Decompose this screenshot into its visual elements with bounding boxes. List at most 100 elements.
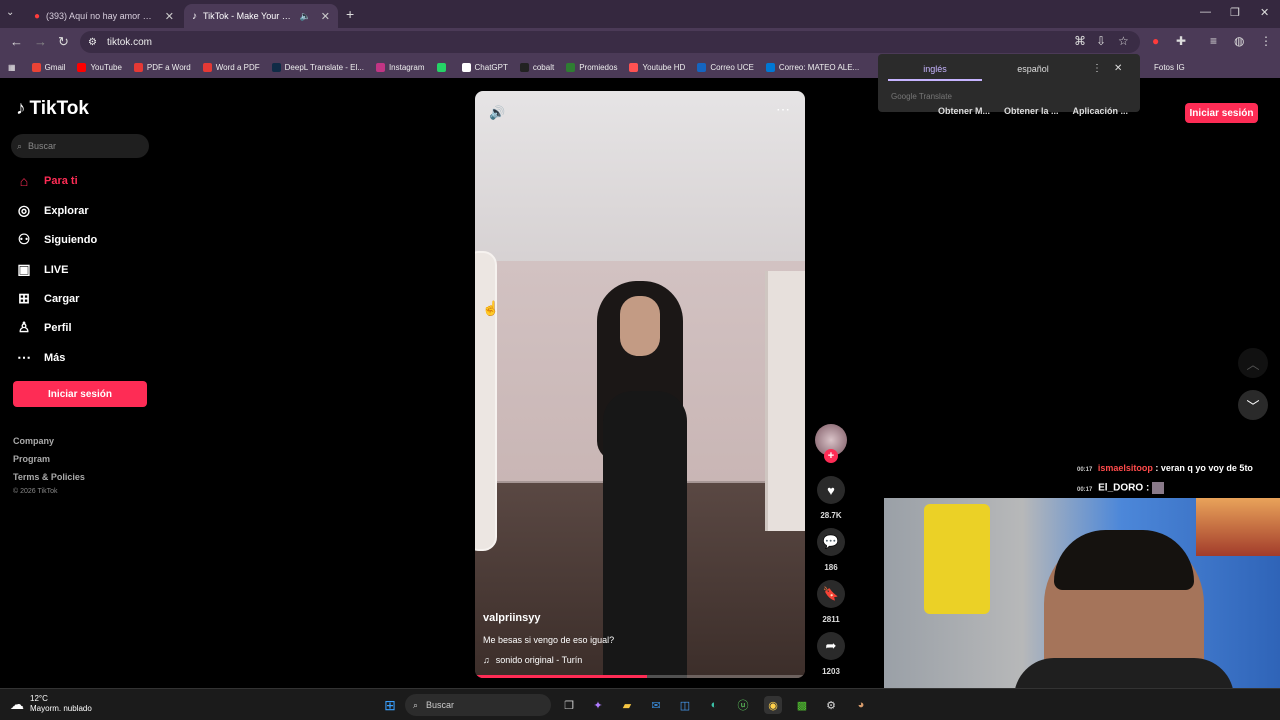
- avatar-app-icon[interactable]: ◕: [852, 696, 870, 714]
- app-icon[interactable]: ⓤ: [734, 696, 752, 714]
- login-button-top[interactable]: Iniciar sesión: [1185, 103, 1258, 123]
- tiktok-icon: ♪: [16, 98, 26, 119]
- close-tab-icon[interactable]: ✕: [321, 10, 330, 23]
- chat-time: 00:17: [1077, 467, 1093, 473]
- media-icon[interactable]: ≡: [1210, 34, 1217, 48]
- nav-mas[interactable]: ⋯ Más: [16, 349, 65, 366]
- translate-icon[interactable]: ⌘: [1074, 34, 1086, 48]
- save-count: 2811: [822, 615, 840, 624]
- bookmark-item[interactable]: Gmail: [31, 62, 65, 72]
- nav-para-ti[interactable]: ⌂ Para ti: [16, 173, 78, 189]
- tab-title: (393) Aquí no hay amor 💔 - Y: [46, 10, 159, 21]
- get-coins-link[interactable]: Obtener M...: [938, 106, 990, 116]
- file-explorer-icon[interactable]: ▰: [618, 696, 636, 714]
- nav-live[interactable]: ▣ LIVE: [16, 261, 68, 278]
- start-button[interactable]: ⊞: [381, 696, 399, 714]
- bookmark-icon: [375, 62, 385, 72]
- bookmark-item[interactable]: [436, 62, 450, 72]
- install-icon[interactable]: ⇩: [1096, 34, 1106, 48]
- close-tab-icon[interactable]: ✕: [165, 10, 174, 23]
- bookmark-item[interactable]: Correo UCE: [697, 62, 754, 72]
- follow-button[interactable]: +: [824, 449, 838, 463]
- profile-avatar-icon[interactable]: ◍: [1234, 34, 1244, 48]
- new-tab-button[interactable]: +: [346, 6, 354, 22]
- nav-explorar[interactable]: ◎ Explorar: [16, 202, 89, 219]
- weather-widget[interactable]: ☁ 12°C Mayorm. nublado: [10, 694, 92, 714]
- login-button[interactable]: Iniciar sesión: [13, 381, 147, 407]
- lang-english-tab[interactable]: inglés: [888, 64, 982, 81]
- chat-time: 00:17: [1077, 486, 1093, 493]
- more-options-icon[interactable]: ⋯: [776, 101, 791, 118]
- edge-icon[interactable]: ◐: [705, 696, 723, 714]
- search-input[interactable]: ⌕ Buscar: [11, 134, 149, 158]
- video-music[interactable]: ♫ sonido original - Turín: [483, 655, 582, 665]
- steam-icon[interactable]: ⚙: [822, 696, 840, 714]
- outlook-icon[interactable]: ✉: [647, 696, 665, 714]
- get-app-link[interactable]: Obtener la ...: [1004, 106, 1059, 116]
- close-icon[interactable]: ✕: [1114, 63, 1122, 74]
- minecraft-icon[interactable]: ▩: [793, 696, 811, 714]
- bookmark-item[interactable]: Promiedos: [566, 62, 618, 72]
- tiktok-logo[interactable]: ♪ TikTok: [16, 98, 89, 120]
- star-icon[interactable]: ☆: [1118, 34, 1129, 48]
- bookmark-icon: [519, 62, 529, 72]
- chat-message: 00:17 ismaelsitoop : veran q yo voy de 5…: [1077, 463, 1253, 473]
- url-input[interactable]: ⚙ tiktok.com: [80, 31, 1140, 53]
- bookmark-item[interactable]: DeepL Translate - El...: [271, 62, 364, 72]
- volume-icon[interactable]: 🔊: [489, 105, 505, 121]
- nav-label: LIVE: [44, 263, 69, 276]
- bookmark-item[interactable]: Correo: MATEO ALE...: [765, 62, 859, 72]
- store-icon[interactable]: ◫: [676, 696, 694, 714]
- bookmark-item[interactable]: cobalt: [519, 62, 554, 72]
- bookmark-item[interactable]: Youtube HD: [629, 62, 685, 72]
- site-info-icon[interactable]: ⚙: [88, 37, 97, 48]
- bookmark-label: Promiedos: [579, 62, 618, 72]
- video-username[interactable]: valpriinsyy: [483, 612, 540, 624]
- taskbar-search[interactable]: ⌕ Buscar: [405, 694, 551, 716]
- previous-video-button[interactable]: ︿: [1238, 348, 1268, 378]
- bookmark-item[interactable]: PDF a Word: [133, 62, 191, 72]
- footer-terms[interactable]: Terms & Policies: [13, 472, 85, 482]
- footer-company[interactable]: Company: [13, 436, 54, 446]
- minimize-button[interactable]: —: [1200, 6, 1211, 18]
- reload-button[interactable]: ↻: [58, 34, 69, 50]
- apps-icon[interactable]: ▦: [8, 63, 16, 72]
- video-player[interactable]: 🔊 ⋯ valpriinsyy Me besas si vengo de eso…: [475, 91, 805, 678]
- extension-icon[interactable]: ●: [1152, 34, 1159, 48]
- bookmark-item[interactable]: Instagram: [375, 62, 425, 72]
- footer-program[interactable]: Program: [13, 454, 50, 464]
- tab-tiktok[interactable]: ♪ TikTok - Make Your Day 🔈 ✕: [184, 4, 338, 28]
- comment-button[interactable]: 💬: [817, 528, 845, 556]
- menu-icon[interactable]: ⋮: [1260, 34, 1272, 48]
- bookmark-item[interactable]: ChatGPT: [461, 62, 508, 72]
- nav-perfil[interactable]: ♙ Perfil: [16, 319, 72, 336]
- chrome-icon[interactable]: ◉: [764, 696, 782, 714]
- bookmark-fotos-ig[interactable]: Fotos IG: [1154, 63, 1185, 72]
- pc-app-link[interactable]: Aplicación ...: [1073, 106, 1129, 116]
- tab-youtube[interactable]: ● (393) Aquí no hay amor 💔 - Y ✕: [26, 4, 182, 28]
- nav-cargar[interactable]: ⊞ Cargar: [16, 290, 79, 307]
- bookmark-label: Instagram: [388, 62, 425, 72]
- save-button[interactable]: 🔖: [817, 580, 845, 608]
- restore-button[interactable]: ❐: [1230, 6, 1240, 19]
- forward-button[interactable]: →: [34, 34, 47, 49]
- lang-spanish-tab[interactable]: español: [986, 64, 1080, 74]
- share-button[interactable]: ➦: [817, 632, 845, 660]
- bookmark-item[interactable]: Word a PDF: [202, 62, 260, 72]
- bookmark-label: PDF a Word: [146, 62, 191, 72]
- task-view-icon[interactable]: ❐: [560, 696, 578, 714]
- more-options-icon[interactable]: ⋮: [1092, 63, 1102, 74]
- tab-search-icon[interactable]: ⌄: [6, 7, 14, 18]
- bookmark-item[interactable]: YouTube: [77, 62, 122, 72]
- next-video-button[interactable]: ﹀: [1238, 390, 1268, 420]
- comment-icon: 💬: [822, 534, 840, 549]
- video-frame: [475, 251, 497, 551]
- extensions-icon[interactable]: ✚: [1176, 34, 1186, 48]
- nav-siguiendo[interactable]: ⚇ Siguiendo: [16, 231, 97, 248]
- speaker-icon[interactable]: 🔈: [300, 11, 311, 22]
- like-button[interactable]: ♥: [817, 476, 845, 504]
- back-button[interactable]: ←: [10, 34, 23, 49]
- copilot-icon[interactable]: ✦: [589, 696, 607, 714]
- video-progress-bar[interactable]: [475, 675, 805, 678]
- close-window-button[interactable]: ✕: [1260, 6, 1269, 19]
